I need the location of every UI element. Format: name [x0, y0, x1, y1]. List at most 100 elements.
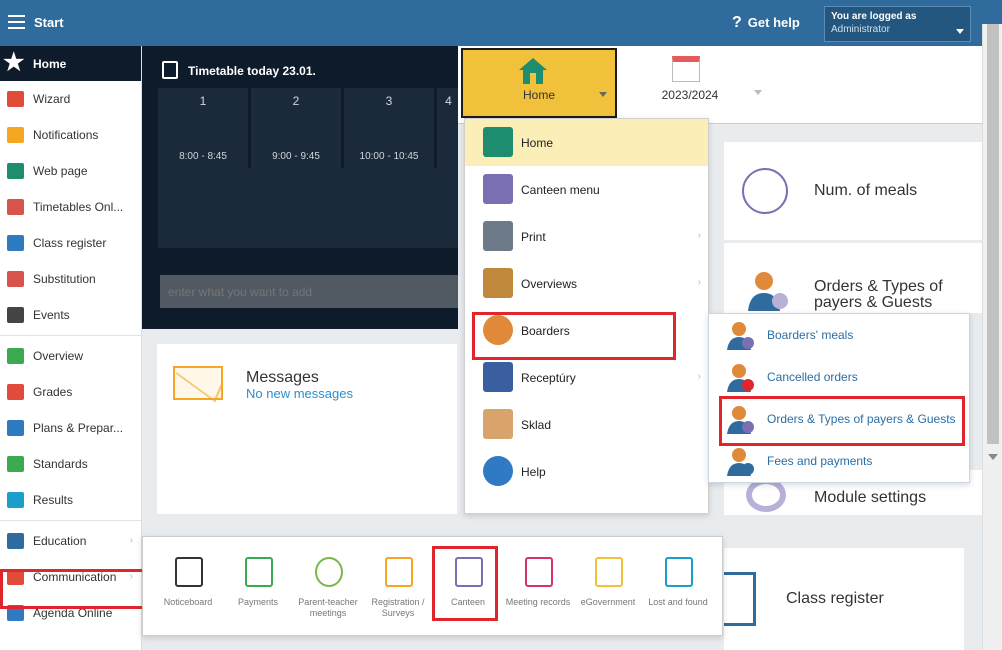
comm-item-registration-surveys[interactable]: Registration / Surveys — [363, 537, 433, 637]
menu-item-label: Sklad — [521, 417, 552, 432]
star-icon: ★ — [3, 49, 25, 76]
chevron-right-icon: › — [697, 230, 701, 241]
comm-item-label: Registration / Surveys — [371, 597, 425, 618]
comm-item-parent-teacher-meetings[interactable]: Parent-teacher meetings — [293, 537, 363, 637]
submenu-item-boarders-meals[interactable]: Boarders' meals — [709, 314, 969, 356]
home-module-label: Home — [522, 88, 555, 102]
school-year-button[interactable]: 2023/2024 — [640, 52, 770, 116]
menu-item-label: Canteen menu — [521, 182, 600, 197]
sidebar-item-overview[interactable]: Overview — [0, 338, 141, 374]
chevron-right-icon: › — [697, 277, 701, 288]
get-help-button[interactable]: ? Get help — [732, 14, 800, 32]
page-scrollbar[interactable] — [982, 24, 1002, 650]
menu-item-label: Print — [521, 229, 546, 244]
comm-item-payments[interactable]: Payments — [223, 537, 293, 637]
comm-item-meeting-records[interactable]: Meeting records — [503, 537, 573, 637]
class-register-card[interactable]: Class register — [724, 548, 964, 650]
num-of-meals-card[interactable]: Num. of meals — [724, 142, 982, 240]
comm-item-lost-and-found[interactable]: Lost and found — [643, 537, 713, 637]
comm-item-noticeboard[interactable]: Noticeboard — [153, 537, 223, 637]
sidebar-item-class-register[interactable]: Class register — [0, 225, 141, 261]
menu-item-home[interactable]: Home — [465, 119, 708, 166]
comm-item-label: eGovernment — [580, 597, 636, 607]
sidebar-item-substitution[interactable]: Substitution — [0, 261, 141, 297]
orders-types-title-line1: Orders & Types of — [814, 278, 943, 295]
class-register-title: Class register — [786, 590, 884, 607]
user-login-dropdown[interactable]: You are logged as Administrator — [824, 6, 971, 42]
sidebar-item-grades[interactable]: Grades — [0, 374, 141, 410]
scrollbar-thumb[interactable] — [987, 24, 999, 444]
period-time: 8:00 - 8:45 — [179, 151, 227, 162]
start-label[interactable]: Start — [34, 15, 64, 30]
menu-item-canteen-menu[interactable]: Canteen menu — [465, 166, 708, 213]
menu-item-label: Help — [521, 464, 546, 479]
sidebar-item-standards[interactable]: Standards — [0, 446, 141, 482]
chevron-down-icon — [599, 92, 607, 97]
timetable-period-column[interactable]: 2 9:00 - 9:45 — [251, 88, 342, 168]
sidebar-item-plans-prepar[interactable]: Plans & Prepar... — [0, 410, 141, 446]
sidebar-item-events[interactable]: Events — [0, 297, 141, 333]
orders-types-card[interactable]: Orders & Types of payers & Guests — [724, 243, 982, 313]
sidebar-item-label: Web page — [33, 164, 88, 178]
sidebar-item-label: Education — [33, 534, 87, 548]
sidebar-item-label: Substitution — [33, 272, 96, 286]
house-icon — [483, 127, 513, 157]
num-of-meals-title: Num. of meals — [814, 182, 918, 199]
login-username: Administrator — [831, 24, 890, 35]
canteen-highlight-box — [432, 546, 498, 621]
sidebar-item-label: Standards — [33, 457, 88, 471]
menu-item-recept-ry[interactable]: Receptúry › — [465, 354, 708, 401]
sidebar-divider — [0, 520, 141, 521]
menu-item-overviews[interactable]: Overviews › — [465, 260, 708, 307]
timetable-panel: Timetable today 23.01. 1 8:00 - 8:45 2 9:00… — [142, 46, 461, 329]
grid-icon — [7, 199, 24, 215]
sidebar-item-wizard[interactable]: Wizard — [0, 81, 141, 117]
sidebar-item-notifications[interactable]: Notifications — [0, 117, 141, 153]
timetable-title: Timetable today 23.01. — [188, 64, 316, 78]
sidebar-item-education[interactable]: Education › — [0, 523, 141, 559]
comm-item-egovernment[interactable]: eGovernment — [573, 537, 643, 637]
sidebar-item-results[interactable]: Results — [0, 482, 141, 518]
period-number: 3 — [385, 94, 393, 108]
period-time: 9:00 - 9:45 — [272, 151, 320, 162]
menu-item-print[interactable]: Print › — [465, 213, 708, 260]
submenu-item-fees-and-payments[interactable]: Fees and payments — [709, 440, 969, 482]
hamburger-menu-icon[interactable] — [8, 15, 25, 29]
envelope-icon — [173, 366, 223, 400]
question-icon: ? — [732, 14, 742, 31]
sidebar-item-home[interactable]: ★ Home — [0, 46, 141, 81]
timetable-grid — [158, 168, 458, 248]
period-number: 4 — [445, 94, 452, 108]
comm-item-label: Parent-teacher meetings — [298, 597, 358, 618]
quick-add-input[interactable] — [160, 275, 458, 308]
submenu-item-label: Cancelled orders — [767, 370, 858, 384]
person-gear-icon — [748, 272, 788, 311]
timetable-period-column[interactable]: 1 8:00 - 8:45 — [158, 88, 249, 168]
warehouse-cart-icon — [483, 409, 513, 439]
wand-icon — [7, 91, 24, 107]
messages-subtitle[interactable]: No new messages — [246, 386, 353, 401]
timetable-period-column[interactable]: 3 10:00 - 10:45 — [344, 88, 435, 168]
question-icon — [483, 456, 513, 486]
menu-item-label: Overviews — [521, 276, 578, 291]
person-cancel-icon — [727, 364, 754, 392]
sidebar-item-timetables-onl[interactable]: Timetables Onl... — [0, 189, 141, 225]
scroll-down-arrow-icon[interactable] — [988, 454, 998, 460]
comm-item-label: Noticeboard — [163, 597, 213, 607]
sidebar-item-label: Events — [33, 308, 70, 322]
submenu-item-cancelled-orders[interactable]: Cancelled orders — [709, 356, 969, 398]
sidebar-item-web-page[interactable]: Web page — [0, 153, 141, 189]
home-module-button[interactable]: Home — [461, 48, 617, 118]
messages-card[interactable]: Messages No new messages — [157, 344, 457, 514]
period-number: 1 — [199, 94, 207, 108]
menu-item-sklad[interactable]: Sklad — [465, 401, 708, 448]
calendar-icon — [7, 307, 24, 323]
clipboard-icon — [385, 557, 413, 587]
clock-icon — [315, 557, 343, 587]
person-euro-icon — [727, 448, 754, 476]
sidebar-divider — [0, 335, 141, 336]
sidebar-item-label: Overview — [33, 349, 84, 363]
money-icon — [245, 557, 273, 587]
document-icon — [525, 557, 553, 587]
menu-item-help[interactable]: Help — [465, 448, 708, 495]
